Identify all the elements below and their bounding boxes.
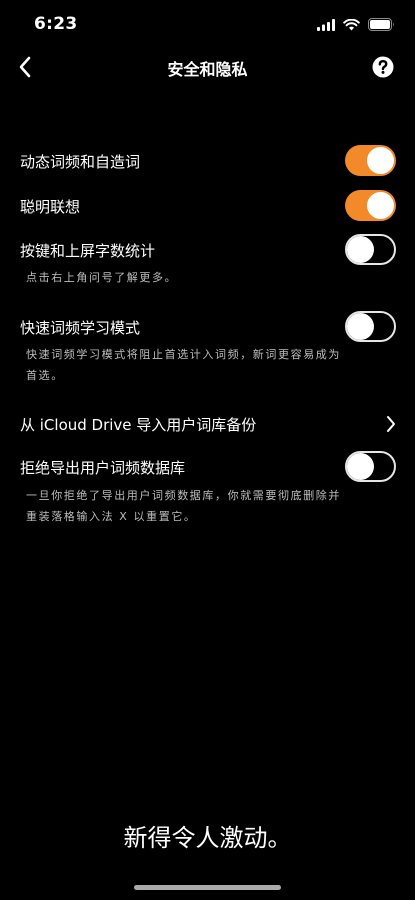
description-line: 重装落格输入法 X 以重置它。	[26, 510, 197, 523]
toggle-knob	[347, 453, 374, 480]
setting-row-refuse-export: 拒绝导出用户词频数据库	[0, 447, 415, 487]
toggle-knob	[367, 147, 394, 174]
keystroke-stats-toggle[interactable]	[345, 234, 396, 265]
setting-label: 动态词频和自造词	[20, 153, 141, 171]
signal-icon	[317, 16, 335, 35]
setting-label: 从 iCloud Drive 导入用户词库备份	[20, 416, 257, 434]
status-time: 6:23	[34, 14, 78, 34]
setting-label: 拒绝导出用户词频数据库	[20, 459, 186, 477]
setting-row-keystroke-stats: 按键和上屏字数统计	[0, 230, 415, 270]
status-icons	[317, 16, 395, 35]
wifi-icon	[343, 16, 360, 35]
setting-row-fast-learning: 快速词频学习模式	[0, 307, 415, 347]
battery-icon	[368, 16, 395, 35]
chevron-right-icon	[387, 416, 395, 432]
icloud-import-row[interactable]: 从 iCloud Drive 导入用户词库备份	[0, 404, 415, 444]
toggle-knob	[347, 313, 374, 340]
fast-learning-description: 快速词频学习模式将阻止首选计入词频，新词更容易成为 首选。	[26, 344, 391, 386]
setting-label: 按键和上屏字数统计	[20, 242, 156, 260]
help-button[interactable]	[371, 55, 395, 79]
setting-label: 快速词频学习模式	[20, 319, 141, 337]
tagline: 新得令人激动。	[123, 824, 292, 852]
toggle-knob	[347, 236, 374, 263]
setting-label: 聪明联想	[20, 198, 81, 216]
page-title: 安全和隐私	[167, 60, 248, 79]
description-line: 首选。	[26, 369, 64, 382]
setting-row-dynamic-frequency: 动态词频和自造词	[0, 141, 415, 181]
question-mark-icon	[372, 56, 394, 78]
refuse-export-description: 一旦你拒绝了导出用户词频数据库，你就需要彻底删除并 重装落格输入法 X 以重置它…	[26, 485, 391, 527]
dynamic-frequency-toggle[interactable]	[345, 145, 396, 176]
smart-association-toggle[interactable]	[345, 190, 396, 221]
description-line: 一旦你拒绝了导出用户词频数据库，你就需要彻底删除并	[26, 489, 341, 502]
navigation-bar: 安全和隐私	[0, 44, 415, 90]
description-line: 快速词频学习模式将阻止首选计入词频，新词更容易成为	[26, 348, 341, 361]
fast-learning-toggle[interactable]	[345, 311, 396, 342]
toggle-knob	[367, 192, 394, 219]
home-indicator[interactable]	[134, 885, 281, 890]
setting-row-smart-association: 聪明联想	[0, 186, 415, 226]
status-bar: 6:23	[0, 0, 415, 50]
refuse-export-toggle[interactable]	[345, 451, 396, 482]
keystroke-stats-description: 点击右上角问号了解更多。	[26, 271, 178, 284]
